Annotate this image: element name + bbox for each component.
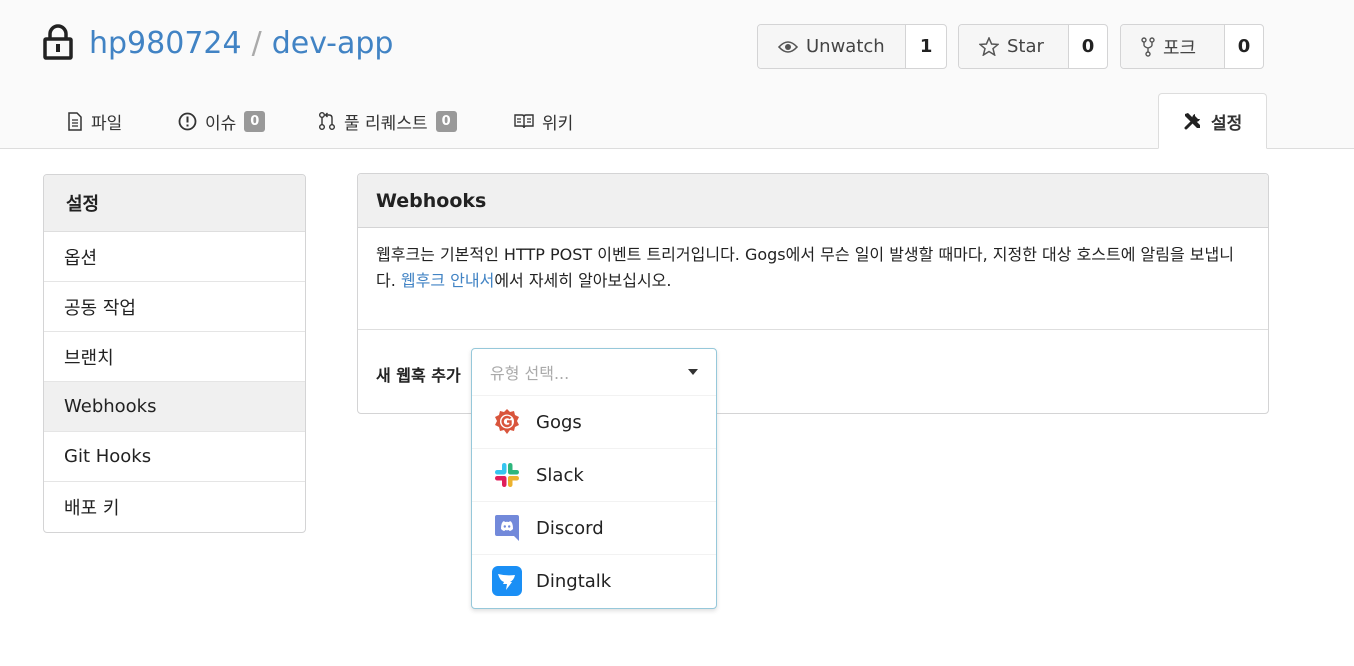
tab-wiki[interactable]: 위키 xyxy=(514,94,573,148)
fork-count[interactable]: 0 xyxy=(1225,25,1263,68)
tab-issues-label: 이슈 xyxy=(205,113,237,134)
star-button[interactable]: Star xyxy=(959,25,1069,68)
tab-settings-label: 설정 xyxy=(1211,113,1243,134)
add-webhook-label: 새 웹훅 추가 xyxy=(376,366,461,385)
tab-pull-requests[interactable]: 풀 리퀘스트 0 xyxy=(318,94,457,148)
webhooks-description-tail: 에서 자세히 알아보십시오. xyxy=(494,271,672,290)
dingtalk-icon xyxy=(492,566,522,596)
book-icon xyxy=(514,114,534,129)
tab-settings[interactable]: 설정 xyxy=(1158,93,1268,149)
star-label: Star xyxy=(1007,36,1044,57)
repo-owner-link[interactable]: hp980724 xyxy=(89,26,242,61)
sidebar-item-branches[interactable]: 브랜치 xyxy=(44,332,305,382)
repo-name-link[interactable]: dev-app xyxy=(272,26,394,61)
discord-icon xyxy=(492,513,522,543)
star-icon xyxy=(979,37,999,56)
tab-files-label: 파일 xyxy=(91,113,123,134)
sidebar-item-webhooks[interactable]: Webhooks xyxy=(44,382,305,432)
watch-button-group: Unwatch 1 xyxy=(757,24,947,69)
watch-count[interactable]: 1 xyxy=(906,25,946,68)
repo-tabs: 파일 이슈 0 풀 리퀘스트 0 위키 설정 xyxy=(0,93,1354,149)
webhook-type-dropdown[interactable]: 유형 선택... Gogs Slack Discord Dingtalk xyxy=(471,348,717,609)
star-count[interactable]: 0 xyxy=(1069,25,1107,68)
dropdown-option-dingtalk-label: Dingtalk xyxy=(536,570,612,592)
webhook-type-select[interactable]: 유형 선택... xyxy=(472,349,716,395)
fork-label: 포크 xyxy=(1163,37,1197,59)
issue-icon xyxy=(178,112,197,130)
webhooks-panel-title: Webhooks xyxy=(358,174,1268,228)
webhooks-description: 웹후크는 기본적인 HTTP POST 이벤트 트리거입니다. Gogs에서 무… xyxy=(358,228,1268,330)
sidebar-item-options[interactable]: 옵션 xyxy=(44,232,305,282)
gogs-icon xyxy=(492,407,522,437)
tab-issues[interactable]: 이슈 0 xyxy=(178,94,266,148)
tab-pull-requests-label: 풀 리퀘스트 xyxy=(344,113,428,134)
fork-icon xyxy=(1141,36,1155,57)
dropdown-option-gogs[interactable]: Gogs xyxy=(472,395,716,448)
caret-down-icon xyxy=(688,369,698,375)
dropdown-option-slack[interactable]: Slack xyxy=(472,448,716,501)
dropdown-option-dingtalk[interactable]: Dingtalk xyxy=(472,554,716,607)
webhook-type-placeholder: 유형 선택... xyxy=(490,364,570,383)
eye-icon xyxy=(778,40,798,53)
sidebar-item-git-hooks[interactable]: Git Hooks xyxy=(44,432,305,482)
dropdown-option-discord[interactable]: Discord xyxy=(472,501,716,554)
tools-icon xyxy=(1184,113,1200,130)
issues-count-badge: 0 xyxy=(244,110,266,132)
sidebar-item-collaboration[interactable]: 공동 작업 xyxy=(44,282,305,332)
unwatch-label: Unwatch xyxy=(806,36,885,57)
sidebar-item-deploy-keys[interactable]: 배포 키 xyxy=(44,482,305,532)
pull-requests-count-badge: 0 xyxy=(435,110,457,132)
repo-separator: / xyxy=(251,26,262,61)
webhooks-guide-link[interactable]: 웹후크 안내서 xyxy=(401,271,494,290)
tab-wiki-label: 위키 xyxy=(542,113,574,134)
slack-icon xyxy=(492,460,522,490)
repo-header: hp980724 / dev-app Unwatch 1 Star 0 포크 0 파… xyxy=(0,0,1354,149)
sidebar-title: 설정 xyxy=(44,175,305,232)
star-button-group: Star 0 xyxy=(958,24,1108,69)
fork-button[interactable]: 포크 xyxy=(1121,25,1225,68)
pull-request-icon xyxy=(319,112,335,130)
dropdown-option-discord-label: Discord xyxy=(536,517,604,539)
dropdown-option-gogs-label: Gogs xyxy=(536,411,582,433)
settings-sidebar: 설정 옵션 공동 작업 브랜치 Webhooks Git Hooks 배포 키 xyxy=(43,174,306,533)
lock-icon xyxy=(43,24,73,60)
unwatch-button[interactable]: Unwatch xyxy=(758,25,907,68)
fork-button-group: 포크 0 xyxy=(1120,24,1264,69)
tab-files[interactable]: 파일 xyxy=(67,94,122,148)
file-icon xyxy=(68,111,82,131)
dropdown-option-slack-label: Slack xyxy=(536,464,584,486)
repo-title: hp980724 / dev-app xyxy=(89,26,393,61)
